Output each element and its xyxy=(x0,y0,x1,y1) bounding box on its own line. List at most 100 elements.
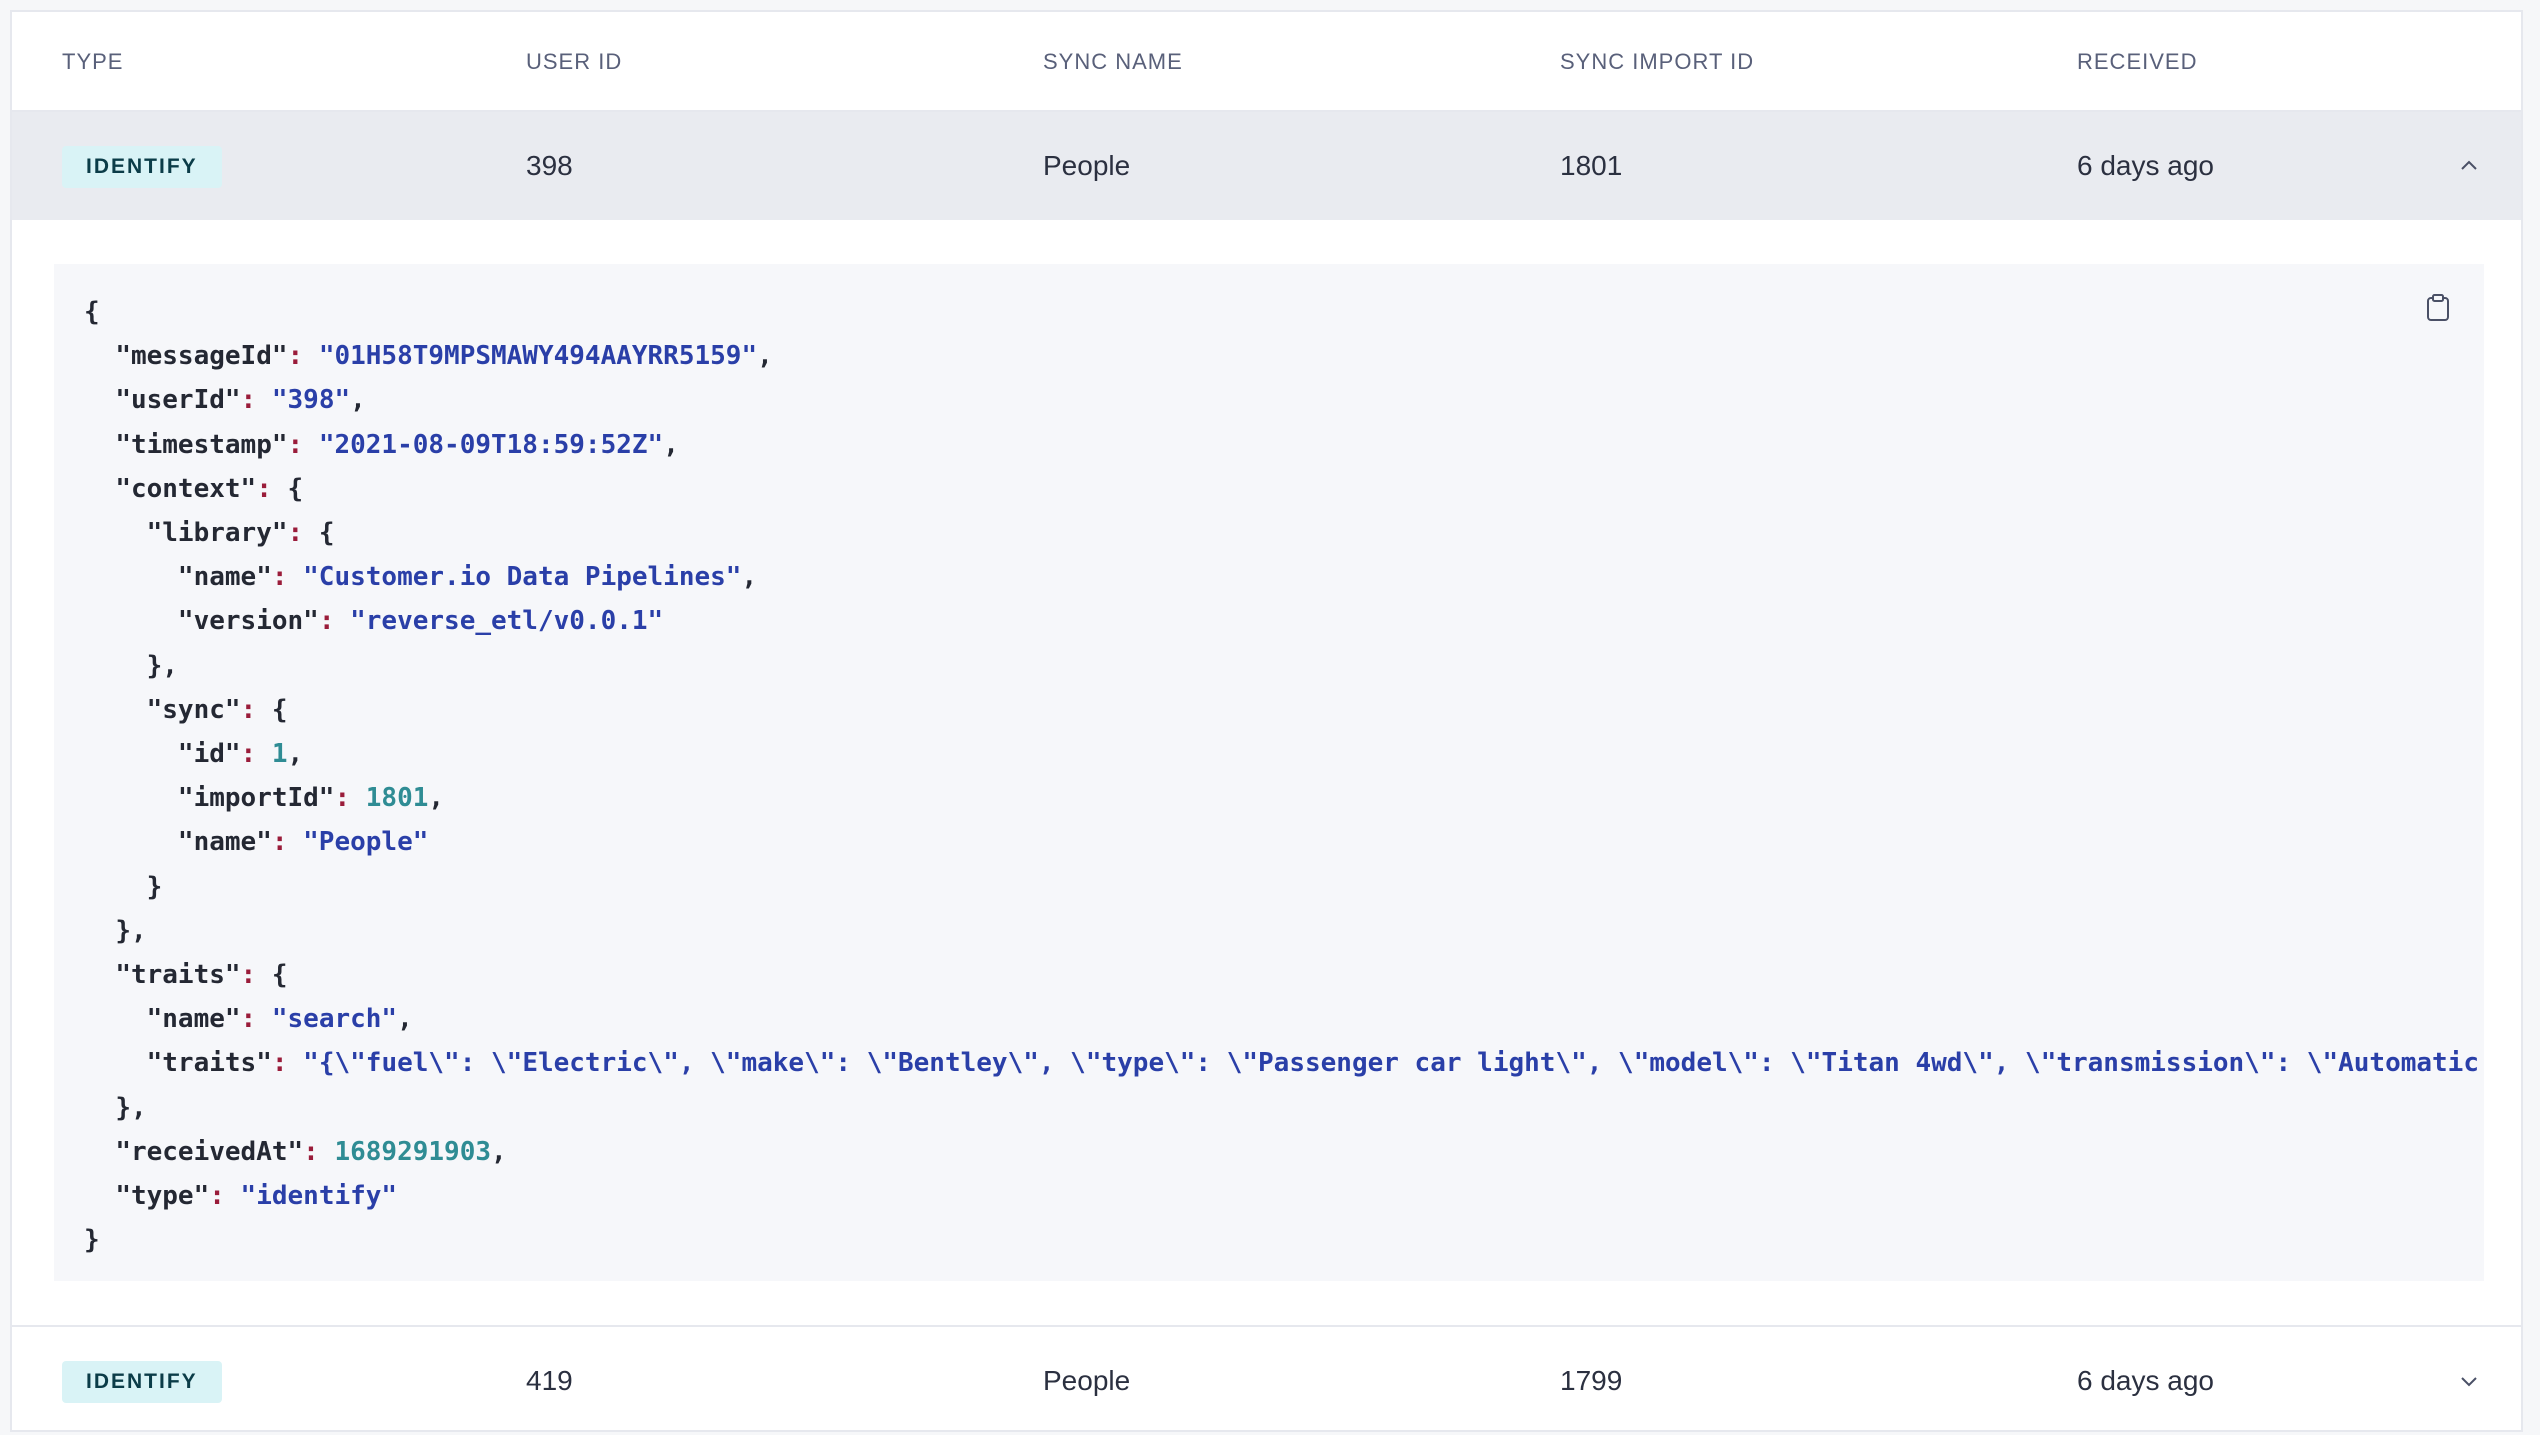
json-key: "id" xyxy=(177,739,241,770)
json-key: "name" xyxy=(177,562,272,593)
code-line: "name": "Customer.io Data Pipelines", xyxy=(84,562,757,592)
json-string-value: "identify" xyxy=(240,1181,398,1212)
code-line: "library": { xyxy=(84,518,335,549)
json-string-value: "search" xyxy=(271,1004,398,1035)
received-cell: 6 days ago xyxy=(2077,1365,2214,1396)
user-id-cell: 398 xyxy=(526,150,573,181)
json-punctuation: { xyxy=(287,473,304,504)
json-punctuation: { xyxy=(271,960,288,991)
event-type-badge: IDENTIFY xyxy=(62,146,222,188)
json-string-value: "Customer.io Data Pipelines" xyxy=(303,562,742,593)
table-row[interactable]: IDENTIFY 419 People 1799 6 days ago xyxy=(12,1325,2521,1433)
column-header-user-id: USER ID xyxy=(526,49,623,74)
json-key: "library" xyxy=(146,518,288,549)
event-payload-json: { "messageId": "01H58T9MPSMAWY494AAYRR51… xyxy=(84,290,2479,1262)
json-colon: : xyxy=(287,341,319,372)
json-colon: : xyxy=(271,562,304,593)
chevron-down-icon[interactable] xyxy=(2455,1367,2483,1395)
column-header-type: TYPE xyxy=(62,49,124,74)
json-punctuation: } xyxy=(84,1225,100,1256)
json-colon: : xyxy=(271,1048,304,1079)
table-row[interactable]: IDENTIFY 398 People 1801 6 days ago xyxy=(12,112,2521,220)
code-line: }, xyxy=(84,1092,147,1123)
json-key: "timestamp" xyxy=(115,429,288,460)
json-colon: : xyxy=(240,1004,272,1035)
code-line: } xyxy=(84,872,163,902)
code-line: } xyxy=(84,1225,100,1255)
json-punctuation: , xyxy=(491,1136,507,1167)
column-header-received: RECEIVED xyxy=(2077,49,2198,74)
json-punctuation: , xyxy=(350,385,366,416)
code-line: "traits": { xyxy=(84,960,288,991)
json-punctuation: , xyxy=(757,341,773,372)
json-colon: : xyxy=(240,694,272,725)
json-colon: : xyxy=(271,827,304,858)
json-punctuation: , xyxy=(397,1004,413,1035)
json-string-value: "reverse_etl/v0.0.1" xyxy=(350,606,664,637)
code-line: "type": "identify" xyxy=(84,1181,397,1211)
json-colon: : xyxy=(303,1136,335,1167)
json-string-value: "People" xyxy=(303,827,429,858)
json-colon: : xyxy=(287,518,319,549)
chevron-up-icon[interactable] xyxy=(2455,152,2483,180)
code-line: "version": "reverse_etl/v0.0.1" xyxy=(84,606,663,636)
json-punctuation: , xyxy=(287,739,304,770)
json-punctuation: { xyxy=(318,518,335,549)
json-punctuation: }, xyxy=(115,915,147,946)
json-key: "version" xyxy=(177,606,319,637)
json-colon: : xyxy=(287,429,319,460)
json-colon: : xyxy=(240,960,272,991)
json-number-value: 1801 xyxy=(365,783,429,814)
json-punctuation: , xyxy=(428,783,445,814)
json-number-value: 1 xyxy=(271,739,288,770)
json-punctuation: , xyxy=(663,429,679,460)
json-string-value: "{\"fuel\": \"Electric\", \"make\": \"Be… xyxy=(303,1048,2479,1079)
code-line: }, xyxy=(84,915,147,946)
sync-import-id-cell: 1799 xyxy=(1560,1365,1623,1396)
json-key: "importId" xyxy=(177,783,335,814)
json-punctuation: }, xyxy=(146,650,178,681)
code-line: "name": "People" xyxy=(84,827,428,857)
json-key: "type" xyxy=(115,1181,210,1212)
json-colon: : xyxy=(334,783,366,814)
clipboard-icon[interactable] xyxy=(2422,290,2454,326)
sync-name-cell: People xyxy=(1043,150,1131,181)
json-string-value: "01H58T9MPSMAWY494AAYRR5159" xyxy=(318,341,758,372)
code-line: "messageId": "01H58T9MPSMAWY494AAYRR5159… xyxy=(84,341,773,372)
json-key: "traits" xyxy=(115,960,241,991)
user-id-cell: 419 xyxy=(526,1365,573,1396)
json-punctuation: }, xyxy=(115,1092,147,1123)
code-line: "userId": "398", xyxy=(84,385,366,416)
sync-import-id-cell: 1801 xyxy=(1560,150,1623,181)
json-colon: : xyxy=(318,606,351,637)
json-colon: : xyxy=(240,739,272,770)
json-key: "name" xyxy=(177,827,272,858)
json-colon: : xyxy=(240,385,272,416)
code-line: "context": { xyxy=(84,474,303,504)
json-key: "receivedAt" xyxy=(115,1136,304,1167)
json-key: "traits" xyxy=(146,1048,272,1079)
event-type-badge: IDENTIFY xyxy=(62,1361,222,1403)
json-key: "context" xyxy=(115,473,257,504)
json-punctuation: , xyxy=(741,562,758,593)
json-key: "userId" xyxy=(115,385,241,416)
table-header: TYPE USER ID SYNC NAME SYNC IMPORT ID RE… xyxy=(12,12,2521,112)
json-string-value: "2021-08-09T18:59:52Z" xyxy=(318,429,664,460)
column-header-sync-import-id: SYNC IMPORT ID xyxy=(1560,49,1755,74)
